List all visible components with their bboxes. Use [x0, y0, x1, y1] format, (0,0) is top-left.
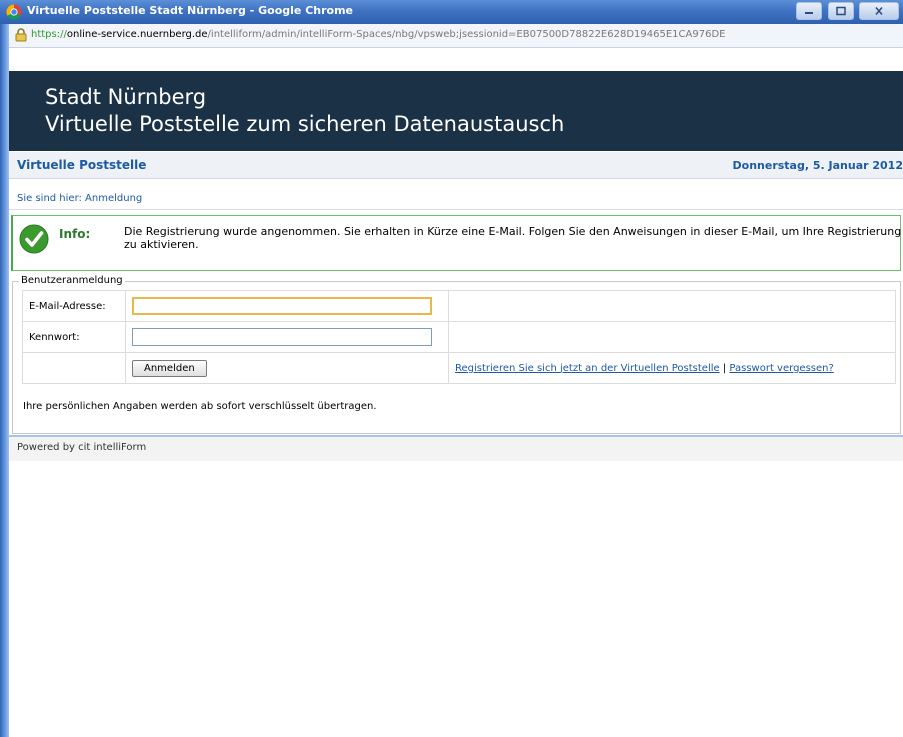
address-bar[interactable]: https://online-service.nuernberg.de/inte… — [9, 24, 903, 48]
nav-date: Donnerstag, 5. Januar 2012 — [732, 159, 903, 172]
nav-bar: Virtuelle Poststelle Donnerstag, 5. Janu… — [9, 152, 903, 179]
lock-icon — [15, 28, 27, 42]
login-form: E-Mail-Adresse: Kennwort: Anmelden Regis… — [22, 290, 896, 384]
login-button[interactable]: Anmelden — [132, 359, 207, 377]
info-box: Info: Die Registrierung wurde angenommen… — [11, 215, 901, 271]
window-title: Virtuelle Poststelle Stadt Nürnberg - Go… — [27, 4, 354, 17]
page-content: Stadt Nürnberg Virtuelle Poststelle zum … — [9, 48, 903, 737]
url-host: online-service.nuernberg.de — [66, 29, 208, 40]
encryption-note: Ihre persönlichen Angaben werden ab sofo… — [23, 401, 377, 412]
window-titlebar: Virtuelle Poststelle Stadt Nürnberg - Go… — [0, 0, 903, 25]
submit-cell: Anmelden — [125, 352, 449, 384]
check-icon — [19, 224, 49, 254]
password-row: Kennwort: — [22, 321, 896, 353]
email-row: E-Mail-Adresse: — [22, 290, 896, 322]
close-button[interactable] — [859, 2, 899, 20]
banner-subtitle: Virtuelle Poststelle zum sicheren Datena… — [45, 112, 565, 136]
email-label: E-Mail-Adresse: — [22, 290, 126, 322]
link-separator: | — [722, 362, 727, 374]
password-label: Kennwort: — [22, 321, 126, 353]
actions-row: Anmelden Registrieren Sie sich jetzt an … — [22, 352, 896, 384]
divider — [9, 209, 903, 210]
window-controls — [794, 2, 899, 22]
footer: Powered by cit intelliForm — [9, 435, 903, 461]
maximize-icon — [835, 6, 846, 16]
minimize-icon — [805, 12, 813, 14]
page-top-spacer — [9, 48, 903, 71]
url-text[interactable]: https://online-service.nuernberg.de/inte… — [31, 29, 725, 40]
password-cell — [125, 321, 449, 353]
info-label: Info: — [59, 227, 91, 241]
chrome-icon — [6, 4, 22, 20]
login-legend: Benutzeranmeldung — [19, 275, 125, 286]
register-link[interactable]: Registrieren Sie sich jetzt an der Virtu… — [455, 363, 720, 374]
minimize-button[interactable] — [796, 2, 822, 20]
password-field[interactable] — [132, 328, 432, 346]
info-message: Die Registrierung wurde angenommen. Sie … — [124, 225, 902, 251]
forgot-password-link[interactable]: Passwort vergessen? — [729, 363, 833, 374]
empty-cell — [22, 352, 126, 384]
links-cell: Registrieren Sie sich jetzt an der Virtu… — [448, 352, 896, 384]
close-icon — [875, 7, 883, 15]
email-field[interactable] — [132, 297, 432, 315]
maximize-button[interactable] — [827, 2, 854, 20]
breadcrumb: Sie sind hier: Anmeldung — [17, 193, 143, 204]
empty-cell — [448, 321, 896, 353]
nav-title[interactable]: Virtuelle Poststelle — [17, 158, 146, 172]
footer-text: Powered by cit intelliForm — [17, 442, 147, 453]
url-path: /intelliform/admin/intelliForm-Spaces/nb… — [207, 29, 726, 40]
url-scheme: https:// — [31, 29, 67, 40]
banner-city: Stadt Nürnberg — [45, 85, 207, 109]
header-banner: Stadt Nürnberg Virtuelle Poststelle zum … — [9, 71, 903, 151]
email-cell — [125, 290, 449, 322]
window-left-border — [0, 24, 9, 737]
empty-cell — [448, 290, 896, 322]
